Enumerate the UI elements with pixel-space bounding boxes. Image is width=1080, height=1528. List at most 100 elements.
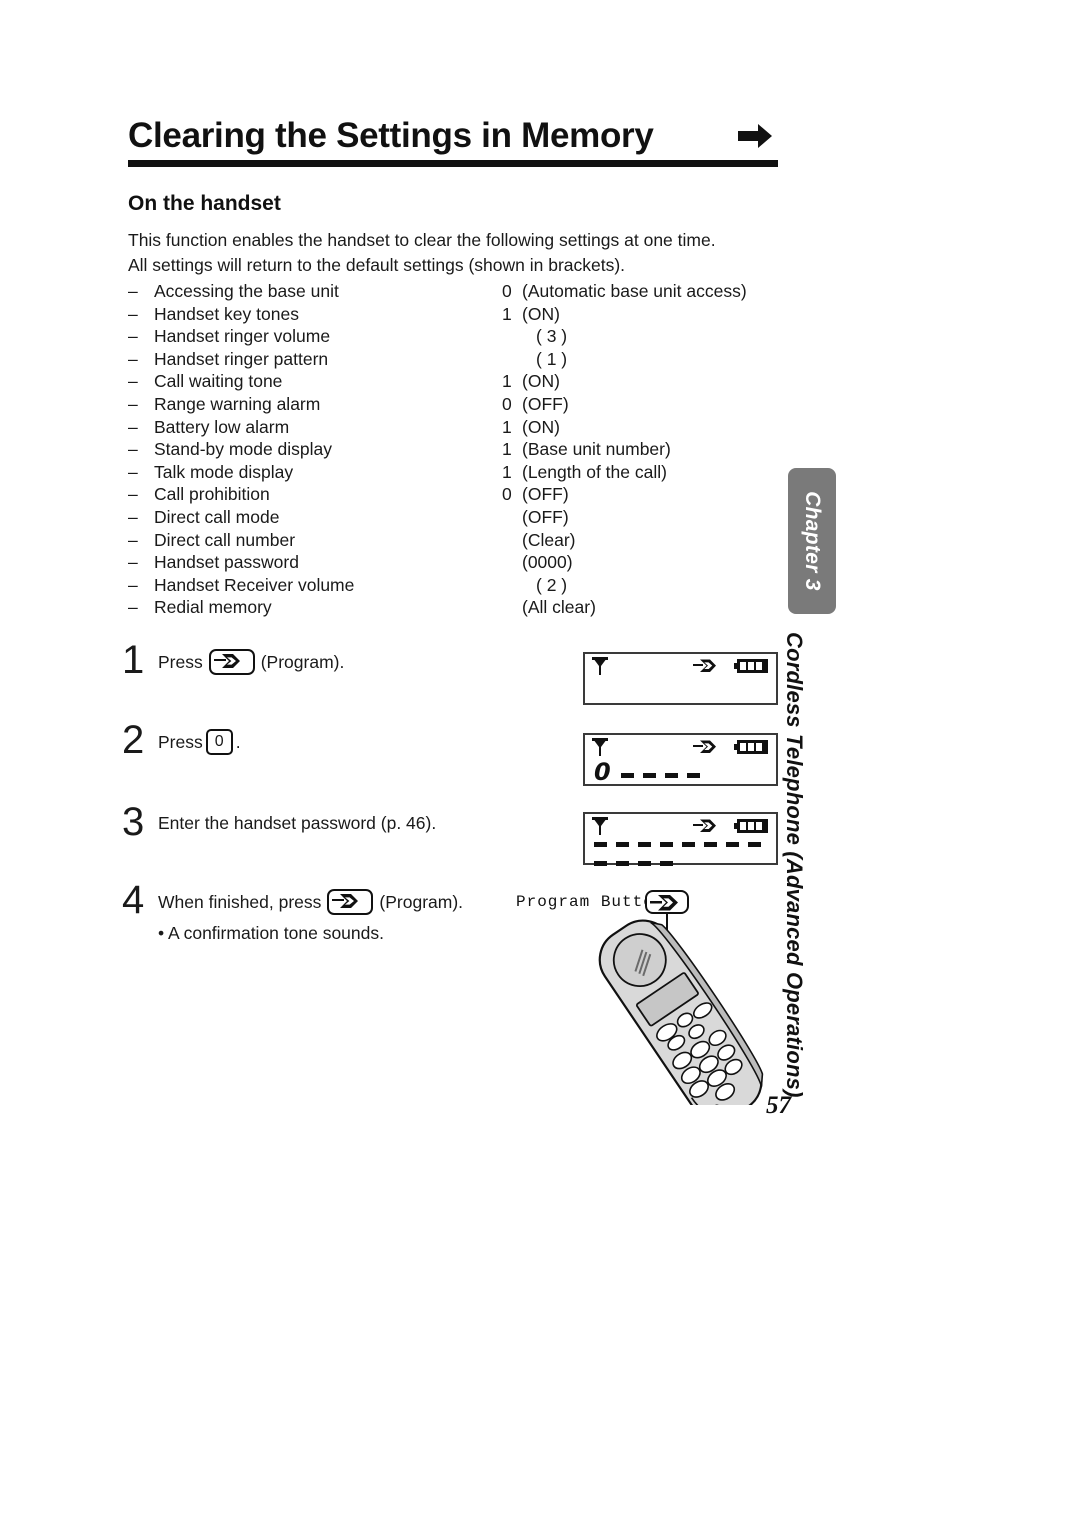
setting-label: Redial memory [154,597,272,618]
setting-label: Handset key tones [154,303,299,324]
setting-row: – Handset key tones 1 (ON) [128,303,808,326]
setting-row: – Handset Receiver volume ( 2 ) [128,574,808,597]
digit-key-0-icon[interactable]: 0 [205,729,233,755]
default-settings-list: – Accessing the base unit 0 (Automatic base… [128,280,808,619]
lcd-digit: 0 [594,758,611,786]
step-2-number: 2 [122,718,145,762]
setting-default-value: (Base unit number) [522,439,671,460]
right-arrow-icon [738,123,772,148]
lcd-dash [660,861,673,866]
setting-label: Stand-by mode display [154,439,333,460]
setting-code: 1 [502,371,512,392]
step-3-number: 3 [122,800,145,844]
step-2-text-after: . [235,731,241,752]
setting-default-value: (ON) [522,416,560,437]
setting-bullet: – [128,506,138,527]
lcd-dash [594,861,607,866]
setting-label: Battery low alarm [154,416,290,437]
page-title: Clearing the Settings in Memory [128,116,654,155]
lcd-dash [642,772,656,778]
step-4-note: • A confirmation tone sounds. [158,923,384,943]
setting-default-value: (All clear) [522,597,596,618]
setting-default-value: (OFF) [522,506,569,527]
chapter-tab-label: Chapter 3 [801,491,824,591]
lcd-text-line [594,838,776,866]
lcd-dash [594,842,607,847]
setting-label: Call waiting tone [154,371,283,392]
chapter-tab: Chapter 3 [788,468,836,614]
program-indicator-icon [693,819,716,832]
lcd-text-line: 0 [594,759,709,785]
step-1-text-before: Press [158,651,203,672]
lcd-dash [638,842,651,847]
setting-row: – Direct call number (Clear) [128,529,808,552]
setting-default-value: ( 2 ) [536,574,568,595]
setting-bullet: – [128,416,138,437]
setting-row: – Handset password (0000) [128,551,808,574]
setting-row: – Redial memory (All clear) [128,596,808,619]
setting-bullet: – [128,529,138,550]
setting-code: 0 [502,281,512,301]
lcd-dash [660,842,673,847]
step-1-number: 1 [122,638,145,682]
setting-bullet: – [128,281,138,301]
setting-label: Direct call mode [154,506,280,527]
setting-row: – Handset ringer volume ( 3 ) [128,325,808,348]
intro-line-2: All settings will return to the default … [128,255,626,275]
step-1-text-after: (Program). [260,651,345,672]
setting-label: Handset ringer pattern [154,348,329,369]
lcd-dash-group [594,832,776,870]
step-4-text-before: When finished, press [158,891,322,912]
setting-code: 1 [502,416,512,437]
lcd-dash [704,842,717,847]
intro-line-1: This function enables the handset to cle… [128,230,716,250]
setting-default-value: (OFF) [522,393,569,414]
step-3-body: Enter the handset password (p. 46). [158,802,552,836]
setting-default-value: (ON) [522,371,560,392]
side-section-title: Cordless Telephone (Advanced Operations) [782,632,827,1098]
program-key-icon[interactable] [208,649,255,675]
program-key-icon[interactable] [327,889,374,915]
battery-icon [734,740,768,754]
setting-default-value: (0000) [522,552,573,573]
setting-bullet: – [128,371,138,392]
setting-bullet: – [128,574,138,595]
program-indicator-icon [693,740,716,753]
side-section-title-label: Cordless Telephone (Advanced Operations) [782,632,807,1098]
setting-bullet: – [128,303,138,324]
program-indicator-icon [693,659,716,672]
setting-default-value: (Length of the call) [522,461,667,482]
setting-bullet: – [128,461,138,482]
lcd-status-icons [585,735,776,757]
antenna-icon [592,657,608,675]
setting-row: – Range warning alarm 0 (OFF) [128,393,808,416]
lcd-dash [616,842,629,847]
setting-bullet: – [128,326,138,347]
setting-default-value: ( 1 ) [536,348,568,369]
setting-label: Range warning alarm [154,393,321,414]
setting-row: – Direct call mode (OFF) [128,506,808,529]
setting-label: Handset Receiver volume [154,574,355,595]
setting-bullet: – [128,348,138,369]
step-2: 2 Press 0 . [122,720,552,802]
setting-bullet: – [128,552,138,573]
procedure-steps: 1 Press (Program). 2 Press 0 . 3 Enter t… [122,640,552,946]
intro-paragraph: This function enables the handset to cle… [128,228,788,278]
step-3: 3 Enter the handset password (p. 46). [122,802,552,880]
step-4-number: 4 [122,878,145,922]
lcd-dash [682,842,695,847]
lcd-dash [726,842,739,847]
setting-default-value: (OFF) [522,484,569,505]
setting-label: Call prohibition [154,484,270,505]
lcd-dash [664,772,678,778]
setting-default-value: (Automatic base unit access) [522,281,747,301]
lcd-step-2: 0 [583,733,778,786]
step-1: 1 Press (Program). [122,640,552,720]
lcd-step-1 [583,652,778,705]
step-4: 4 When finished, press (Program). • A co… [122,880,552,946]
setting-code: 0 [502,393,512,414]
setting-row: – Handset ringer pattern ( 1 ) [128,348,808,371]
battery-icon [734,819,768,833]
setting-bullet: – [128,484,138,505]
setting-code: 0 [502,484,512,505]
